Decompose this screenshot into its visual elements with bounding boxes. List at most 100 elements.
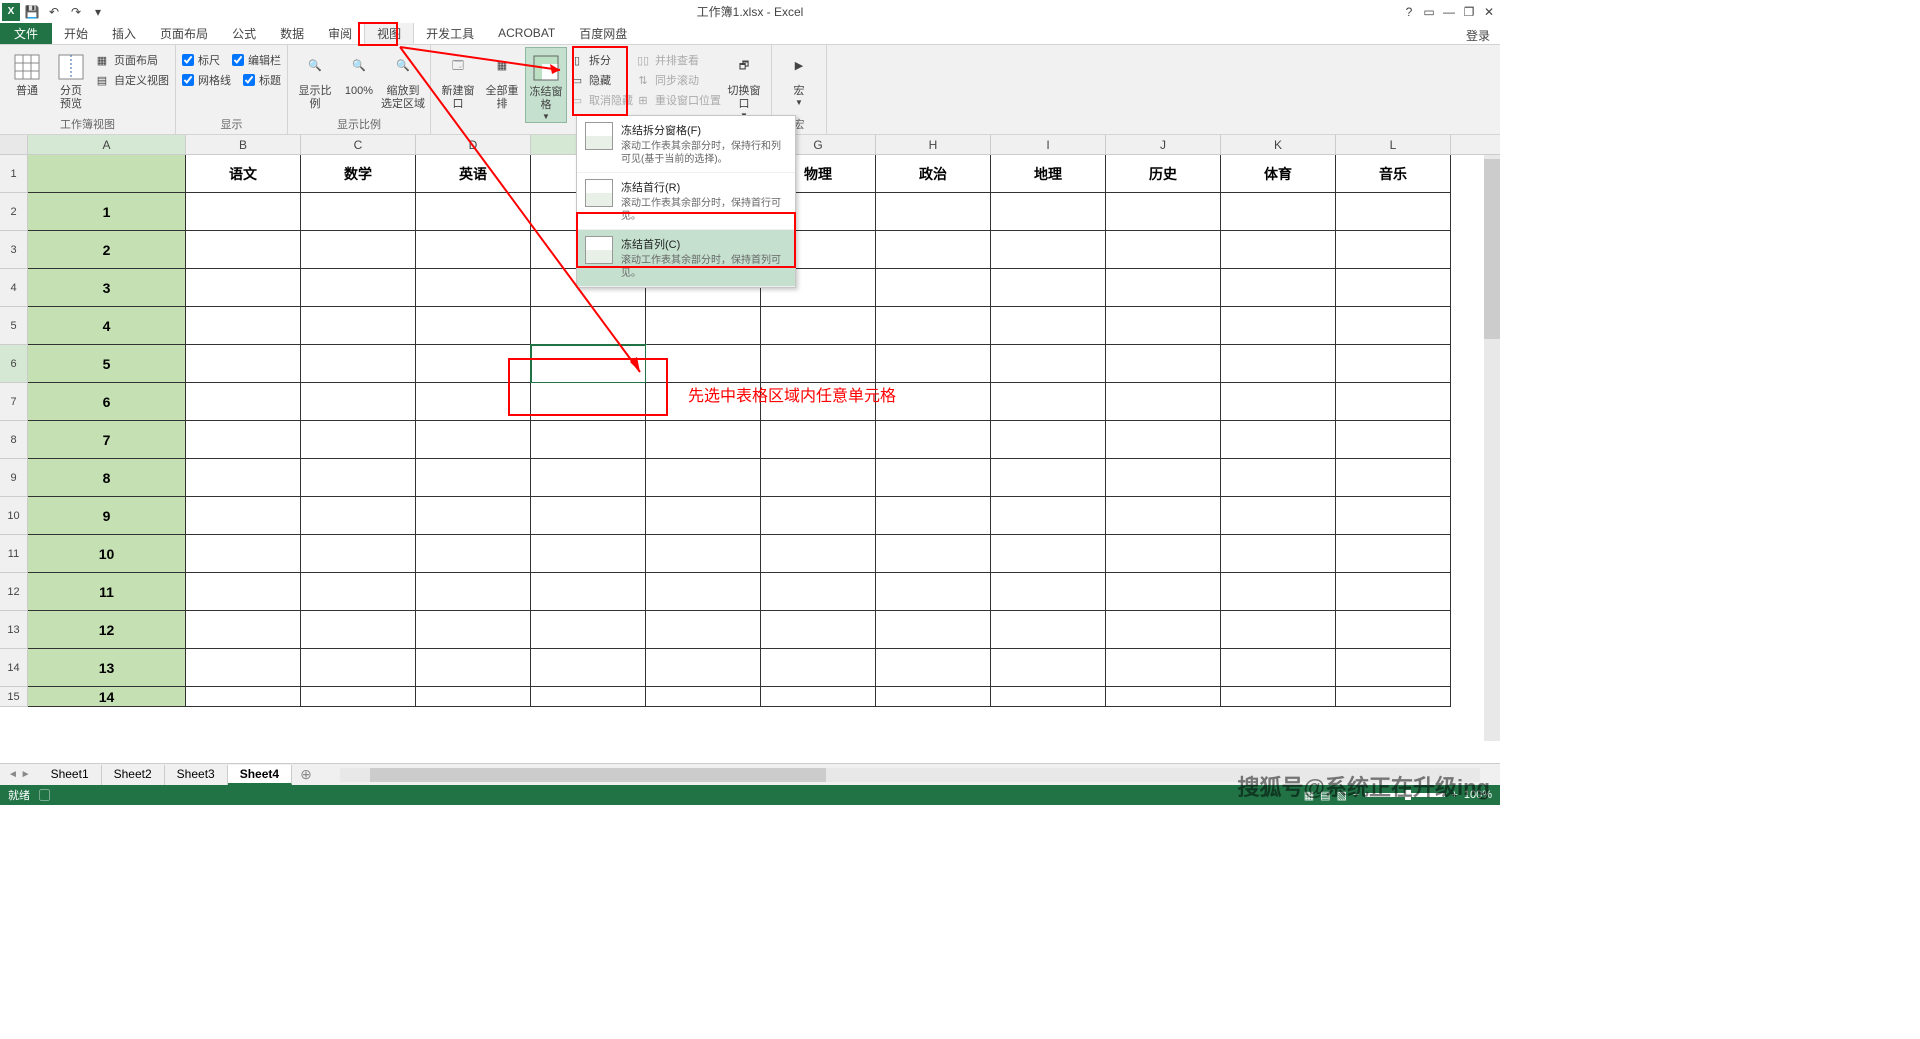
row-header-12[interactable]: 12 <box>0 573 28 611</box>
cell-K1[interactable]: 体育 <box>1221 155 1336 193</box>
cell-A10[interactable]: 9 <box>28 497 186 535</box>
cell-G6[interactable] <box>761 345 876 383</box>
cell-L3[interactable] <box>1336 231 1451 269</box>
cell-A5[interactable]: 4 <box>28 307 186 345</box>
sheet-tab-Sheet3[interactable]: Sheet3 <box>165 765 228 785</box>
cell-H9[interactable] <box>876 459 991 497</box>
row-header-7[interactable]: 7 <box>0 383 28 421</box>
select-all-corner[interactable] <box>0 135 28 154</box>
cell-J1[interactable]: 历史 <box>1106 155 1221 193</box>
cell-E6[interactable] <box>531 345 646 383</box>
cell-A6[interactable]: 5 <box>28 345 186 383</box>
cell-B9[interactable] <box>186 459 301 497</box>
zoom-in-button[interactable]: + <box>1451 789 1457 801</box>
file-tab[interactable]: 文件 <box>0 22 52 44</box>
zoom-selection-button[interactable]: 🔍缩放到 选定区域 <box>382 47 424 111</box>
cell-I5[interactable] <box>991 307 1106 345</box>
switch-windows-button[interactable]: 🗗切换窗口▼ <box>723 47 765 121</box>
cell-F11[interactable] <box>646 535 761 573</box>
row-header-2[interactable]: 2 <box>0 193 28 231</box>
cell-F9[interactable] <box>646 459 761 497</box>
close-button[interactable]: ✕ <box>1482 5 1496 19</box>
cell-H13[interactable] <box>876 611 991 649</box>
cell-F6[interactable] <box>646 345 761 383</box>
qat-undo-button[interactable]: ↶ <box>44 2 64 22</box>
zoom-slider[interactable] <box>1365 793 1445 797</box>
cell-A4[interactable]: 3 <box>28 269 186 307</box>
cell-I15[interactable] <box>991 687 1106 707</box>
cell-J7[interactable] <box>1106 383 1221 421</box>
row-header-15[interactable]: 15 <box>0 687 28 707</box>
cell-B2[interactable] <box>186 193 301 231</box>
cell-G7[interactable] <box>761 383 876 421</box>
cell-H2[interactable] <box>876 193 991 231</box>
cell-H12[interactable] <box>876 573 991 611</box>
column-header-C[interactable]: C <box>301 135 416 154</box>
cell-D2[interactable] <box>416 193 531 231</box>
cell-K15[interactable] <box>1221 687 1336 707</box>
cell-I8[interactable] <box>991 421 1106 459</box>
minimize-button[interactable]: — <box>1442 5 1456 19</box>
side-by-side-button[interactable]: ▯▯并排查看 <box>635 51 721 69</box>
column-header-I[interactable]: I <box>991 135 1106 154</box>
ribbon-tab-3[interactable]: 公式 <box>220 22 268 44</box>
ribbon-tab-0[interactable]: 开始 <box>52 22 100 44</box>
cell-H11[interactable] <box>876 535 991 573</box>
ribbon-tab-2[interactable]: 页面布局 <box>148 22 220 44</box>
cell-D10[interactable] <box>416 497 531 535</box>
column-header-H[interactable]: H <box>876 135 991 154</box>
cell-K6[interactable] <box>1221 345 1336 383</box>
cell-L5[interactable] <box>1336 307 1451 345</box>
cell-I12[interactable] <box>991 573 1106 611</box>
cell-C13[interactable] <box>301 611 416 649</box>
cell-C3[interactable] <box>301 231 416 269</box>
cell-G15[interactable] <box>761 687 876 707</box>
cell-F14[interactable] <box>646 649 761 687</box>
cell-L13[interactable] <box>1336 611 1451 649</box>
sheet-tab-Sheet2[interactable]: Sheet2 <box>102 765 165 785</box>
column-header-J[interactable]: J <box>1106 135 1221 154</box>
ruler-checkbox[interactable]: 标尺 <box>182 51 220 69</box>
cell-I14[interactable] <box>991 649 1106 687</box>
cell-C6[interactable] <box>301 345 416 383</box>
cell-K8[interactable] <box>1221 421 1336 459</box>
cell-E9[interactable] <box>531 459 646 497</box>
cell-B15[interactable] <box>186 687 301 707</box>
row-header-8[interactable]: 8 <box>0 421 28 459</box>
ribbon-tab-4[interactable]: 数据 <box>268 22 316 44</box>
cell-K9[interactable] <box>1221 459 1336 497</box>
cell-H15[interactable] <box>876 687 991 707</box>
cell-E10[interactable] <box>531 497 646 535</box>
cell-D1[interactable]: 英语 <box>416 155 531 193</box>
view-break-icon[interactable]: ▧ <box>1337 789 1347 802</box>
cell-K5[interactable] <box>1221 307 1336 345</box>
cell-K12[interactable] <box>1221 573 1336 611</box>
zoom-button[interactable]: 🔍显示比例 <box>294 47 336 111</box>
cell-G11[interactable] <box>761 535 876 573</box>
scrollbar-thumb[interactable] <box>1484 159 1500 339</box>
scrollbar-thumb[interactable] <box>370 768 826 782</box>
new-window-button[interactable]: 🗔新建窗口 <box>437 47 479 111</box>
cell-A7[interactable]: 6 <box>28 383 186 421</box>
macros-button[interactable]: ▶宏▼ <box>778 47 820 108</box>
cell-L8[interactable] <box>1336 421 1451 459</box>
cell-B3[interactable] <box>186 231 301 269</box>
qat-save-button[interactable]: 💾 <box>22 2 42 22</box>
cell-D15[interactable] <box>416 687 531 707</box>
cell-C7[interactable] <box>301 383 416 421</box>
cell-H3[interactable] <box>876 231 991 269</box>
cell-I1[interactable]: 地理 <box>991 155 1106 193</box>
cell-L4[interactable] <box>1336 269 1451 307</box>
restore-button[interactable]: ❐ <box>1462 5 1476 19</box>
cell-A11[interactable]: 10 <box>28 535 186 573</box>
normal-view-button[interactable]: 普通 <box>6 47 48 98</box>
row-header-13[interactable]: 13 <box>0 611 28 649</box>
cell-C1[interactable]: 数学 <box>301 155 416 193</box>
cell-D3[interactable] <box>416 231 531 269</box>
cell-K11[interactable] <box>1221 535 1336 573</box>
qat-redo-button[interactable]: ↷ <box>66 2 86 22</box>
cell-C4[interactable] <box>301 269 416 307</box>
cell-D11[interactable] <box>416 535 531 573</box>
cell-D9[interactable] <box>416 459 531 497</box>
cell-L2[interactable] <box>1336 193 1451 231</box>
